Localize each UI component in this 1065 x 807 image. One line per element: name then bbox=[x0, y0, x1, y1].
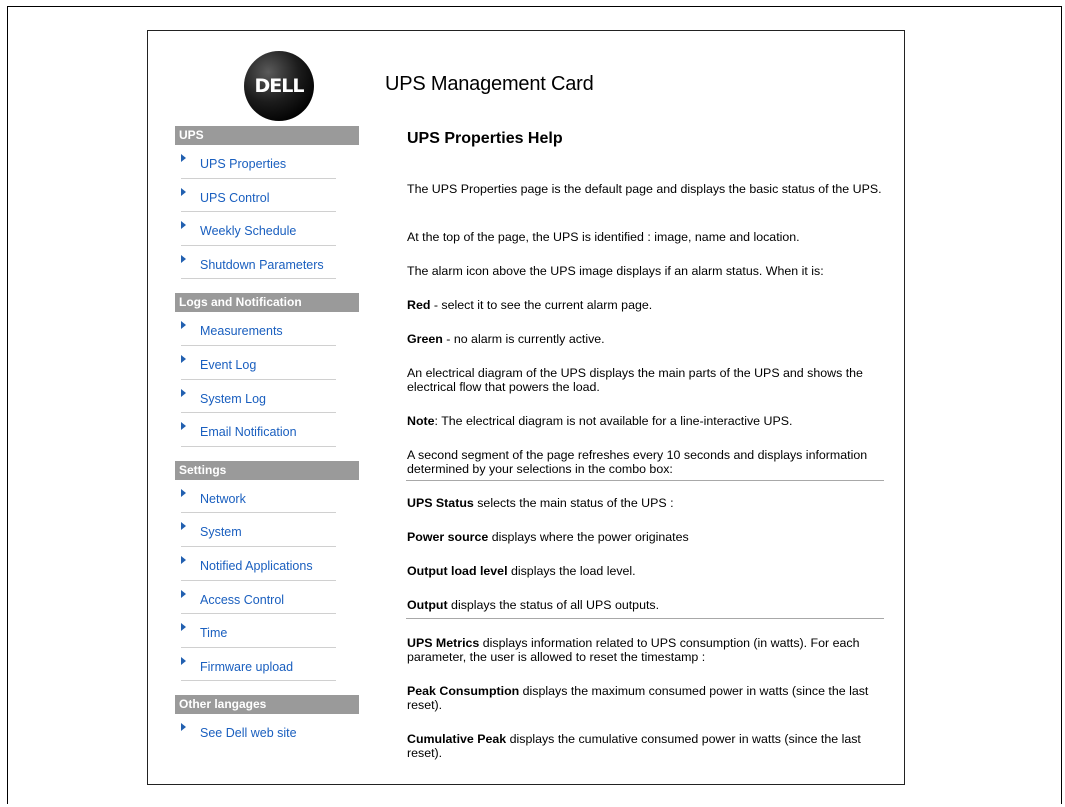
arrow-right-icon bbox=[181, 221, 186, 230]
app-title: UPS Management Card bbox=[385, 73, 594, 95]
arrow-right-icon bbox=[181, 488, 186, 497]
sidebar-item-system[interactable]: System bbox=[181, 513, 336, 547]
sidebar-link[interactable]: System bbox=[200, 525, 242, 539]
sidebar-item-shutdown-parameters[interactable]: Shutdown Parameters bbox=[181, 246, 336, 280]
sidebar-link[interactable]: Firmware upload bbox=[200, 660, 293, 674]
arrow-right-icon bbox=[181, 154, 186, 162]
help-paragraph: Output displays the status of all UPS ou… bbox=[407, 598, 660, 612]
help-paragraph: Green - no alarm is currently active. bbox=[407, 332, 605, 346]
sidebar-item-time[interactable]: Time bbox=[181, 614, 336, 648]
sidebar-item-measurements[interactable]: Measurements bbox=[181, 312, 336, 346]
divider bbox=[406, 618, 884, 619]
help-paragraph: The alarm icon above the UPS image displ… bbox=[407, 264, 824, 278]
sidebar-link[interactable]: Measurements bbox=[200, 324, 283, 338]
sidebar-link[interactable]: Event Log bbox=[200, 358, 256, 372]
help-paragraph: Output load level displays the load leve… bbox=[407, 564, 636, 578]
sidebar-item-weekly-schedule[interactable]: Weekly Schedule bbox=[181, 212, 336, 246]
arrow-right-icon bbox=[181, 623, 186, 632]
sidebar-item-network[interactable]: Network bbox=[181, 480, 336, 514]
sidebar-link[interactable]: Time bbox=[200, 626, 227, 640]
sidebar-link[interactable]: Email Notification bbox=[200, 425, 297, 439]
logo-text: DELL bbox=[254, 75, 305, 97]
help-paragraph: Note: The electrical diagram is not avai… bbox=[407, 414, 793, 428]
divider bbox=[406, 480, 884, 481]
help-paragraph: UPS Metrics displays information related… bbox=[407, 636, 860, 664]
arrow-right-icon bbox=[181, 388, 186, 397]
sidebar-link[interactable]: Weekly Schedule bbox=[200, 224, 296, 238]
arrow-right-icon bbox=[181, 354, 186, 363]
sidebar-link[interactable]: Access Control bbox=[200, 593, 284, 607]
section-header-logs: Logs and Notification bbox=[175, 293, 359, 313]
arrow-right-icon bbox=[181, 723, 186, 732]
sidebar-item-ups-control[interactable]: UPS Control bbox=[181, 179, 336, 213]
sidebar-link[interactable]: Network bbox=[200, 492, 246, 506]
section-header-ups: UPS bbox=[175, 126, 359, 145]
arrow-right-icon bbox=[181, 187, 186, 196]
sidebar-item-system-log[interactable]: System Log bbox=[181, 380, 336, 414]
sidebar-item-ups-properties[interactable]: UPS Properties bbox=[181, 145, 336, 179]
help-paragraph: A second segment of the page refreshes e… bbox=[407, 448, 868, 476]
sidebar-link[interactable]: UPS Control bbox=[200, 191, 269, 205]
arrow-right-icon bbox=[181, 254, 186, 263]
arrow-right-icon bbox=[181, 422, 186, 431]
section-header-other-languages: Other langages bbox=[175, 695, 359, 715]
sidebar-link[interactable]: See Dell web site bbox=[200, 726, 297, 740]
help-paragraph: Red - select it to see the current alarm… bbox=[407, 298, 653, 312]
help-paragraph: An electrical diagram of the UPS display… bbox=[407, 366, 863, 394]
arrow-right-icon bbox=[181, 656, 186, 665]
sidebar-item-email-notification[interactable]: Email Notification bbox=[181, 413, 336, 447]
sidebar-item-dell-web-site[interactable]: See Dell web site bbox=[181, 714, 336, 748]
sidebar: UPS UPS Properties UPS Control Weekly Sc… bbox=[175, 126, 359, 748]
arrow-right-icon bbox=[181, 522, 186, 531]
help-paragraph: Peak Consumption displays the maximum co… bbox=[407, 684, 869, 712]
sidebar-item-firmware-upload[interactable]: Firmware upload bbox=[181, 648, 336, 682]
help-paragraph: At the top of the page, the UPS is ident… bbox=[407, 230, 800, 244]
help-paragraph: Cumulative Peak displays the cumulative … bbox=[407, 732, 861, 760]
arrow-right-icon bbox=[181, 555, 186, 564]
arrow-right-icon bbox=[181, 589, 186, 598]
help-paragraph: UPS Status selects the main status of th… bbox=[407, 496, 674, 510]
sidebar-link[interactable]: Notified Applications bbox=[200, 559, 313, 573]
dell-logo[interactable]: DELL bbox=[244, 51, 314, 121]
arrow-right-icon bbox=[181, 321, 186, 330]
sidebar-item-access-control[interactable]: Access Control bbox=[181, 581, 336, 615]
help-paragraph: The UPS Properties page is the default p… bbox=[407, 182, 882, 196]
help-paragraph: Power source displays where the power or… bbox=[407, 530, 689, 544]
page-title: UPS Properties Help bbox=[407, 130, 563, 147]
section-header-settings: Settings bbox=[175, 460, 359, 480]
sidebar-item-notified-applications[interactable]: Notified Applications bbox=[181, 547, 336, 581]
sidebar-item-event-log[interactable]: Event Log bbox=[181, 346, 336, 380]
sidebar-link[interactable]: Shutdown Parameters bbox=[200, 258, 324, 272]
sidebar-link[interactable]: System Log bbox=[200, 392, 266, 406]
sidebar-link[interactable]: UPS Properties bbox=[200, 157, 286, 171]
